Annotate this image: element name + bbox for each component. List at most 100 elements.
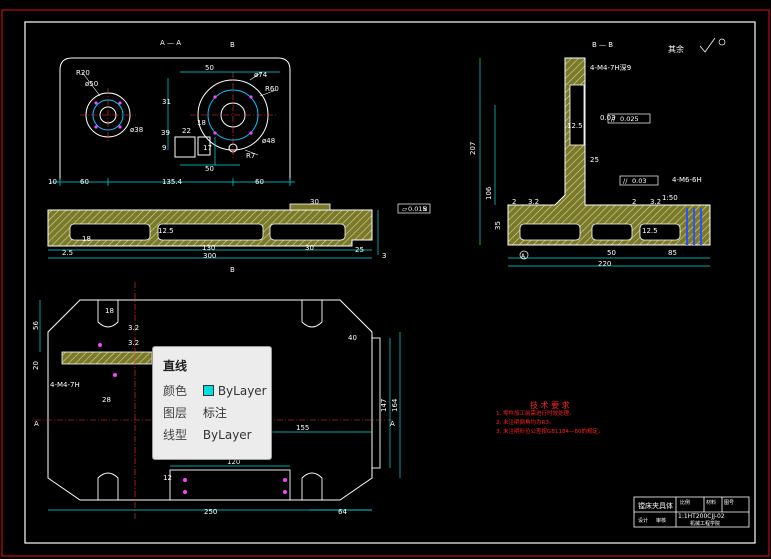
tooltip-linetype-label: 线型 — [163, 428, 188, 442]
dim-label: 39 — [161, 129, 170, 137]
dim-label: 31 — [162, 98, 171, 106]
dim-label: 130 — [202, 244, 215, 252]
dim-label: 50 — [205, 64, 214, 72]
tooltip-color-row: 颜色 ByLayer — [163, 383, 267, 399]
tb-designer: 设计 — [638, 517, 648, 524]
dim-label: 18 — [105, 307, 114, 315]
dim-label: 60 — [80, 178, 89, 186]
dim-label: 30 — [305, 244, 314, 252]
tooltip-color-value: ByLayer — [217, 384, 267, 398]
dim-label: 50 — [205, 165, 214, 173]
dim-label: 4-M4-7H深9 — [590, 63, 631, 72]
dim-label: 300 — [203, 252, 216, 260]
dim-label: 12.5 — [158, 227, 174, 235]
svg-text:其余: 其余 — [668, 44, 684, 54]
dim-label: 18 — [82, 235, 91, 243]
svg-text:3. 未注明形位公差按GB1184—80的规定。: 3. 未注明形位公差按GB1184—80的规定。 — [496, 427, 604, 435]
tooltip-layer-label: 图层 — [163, 406, 188, 420]
svg-text:2. 未注明倒角均为R3。: 2. 未注明倒角均为R3。 — [496, 418, 554, 426]
dim-label: 164 — [391, 398, 399, 412]
drawing-number: 1:1HT200CJJ-02 — [678, 513, 725, 520]
tb-qty: 图号 — [724, 500, 734, 506]
dim-label: ø50 — [85, 80, 98, 88]
side-section — [507, 57, 711, 246]
dim-label: 10 — [48, 178, 57, 186]
dim-label: 135.4 — [162, 178, 183, 186]
dim-label: 106 — [485, 186, 493, 200]
dim-label: 12 — [163, 474, 172, 482]
dim-label: R20 — [76, 69, 90, 77]
tooltip-layer-row: 图层 标注 — [163, 405, 227, 421]
dim-label: 2 — [632, 198, 636, 206]
dim-label: 35 — [494, 221, 502, 230]
dim-label: ø48 — [262, 137, 275, 145]
b-marker-bottom: B — [230, 266, 235, 274]
dim-label: 1:50 — [662, 194, 678, 202]
tooltip-title: 直线 — [163, 359, 188, 373]
dim-label: 220 — [598, 260, 611, 268]
dim-label: 3.2 — [128, 324, 139, 332]
tb-material: 材料 — [706, 499, 716, 506]
section-bb-label: B — B — [592, 41, 613, 49]
dim-label: 25 — [355, 246, 364, 254]
dim-label: 3 — [382, 252, 386, 260]
dim-label: R7 — [246, 152, 255, 160]
dim-label: 4-M4-7H — [50, 381, 80, 389]
tb-school: 机械工程学院 — [690, 520, 720, 527]
dim-label: 12.5 — [567, 122, 583, 130]
dim-label: 147 — [380, 399, 388, 412]
dim-label: 2 — [512, 198, 516, 206]
dim-label: 3.2 — [650, 198, 661, 206]
section-aa-label: A — A — [160, 39, 181, 47]
dim-label: 20 — [32, 361, 40, 370]
dim-label: 3.2 — [128, 339, 139, 347]
tooltip-linetype-row: 线型 ByLayer — [163, 427, 252, 443]
a-marker-left: A — [34, 420, 39, 428]
cad-drawing-canvas[interactable]: A — A B R20 50 ø50 ø74 R60 ø38 22 18 ø48… — [0, 0, 771, 559]
dim-label: ø74 — [254, 71, 268, 79]
svg-text:技 术 要 求: 技 术 要 求 — [530, 400, 570, 410]
dim-label: 64 — [338, 508, 347, 516]
tech-requirements: 技 术 要 求 1. 零件加工前需进行时效处理。 2. 未注明倒角均为R3。 3… — [496, 400, 604, 435]
roughness-symbol: 其余 — [668, 37, 726, 54]
tooltip-color-label: 颜色 — [163, 384, 188, 398]
tol-par-value: 0.025 — [620, 115, 639, 123]
dim-label: ø38 — [130, 126, 143, 134]
dim-label: 17 — [203, 144, 212, 152]
dim-label: 155 — [296, 424, 309, 432]
dim-label: 22 — [182, 127, 191, 135]
dim-label: 2.5 — [62, 249, 73, 257]
svg-text:▱: ▱ — [402, 205, 407, 213]
part-name: 镗床夹具体 — [638, 501, 673, 510]
dim-label: 30 — [310, 198, 319, 206]
dim-label: 50 — [607, 249, 616, 257]
dim-label: 12.5 — [642, 227, 658, 235]
dim-label: 25 — [590, 156, 599, 164]
dim-label: 18 — [197, 119, 206, 127]
tol-ref: B — [423, 205, 427, 213]
tooltip-linetype-value: ByLayer — [202, 428, 252, 442]
dim-label: 60 — [255, 178, 264, 186]
dim-label: R60 — [265, 85, 279, 93]
tb-checker: 审核 — [656, 517, 666, 524]
svg-text://: // — [623, 177, 628, 185]
dim-label: 3.2 — [528, 198, 539, 206]
dim-label: 40 — [348, 334, 357, 342]
property-tooltip: 直线 颜色 ByLayer 图层 标注 线型 ByLayer — [152, 346, 272, 460]
dim-label: 9 — [162, 144, 166, 152]
dim-label: 250 — [204, 508, 217, 516]
outer-frame — [1, 9, 770, 557]
dim-label: 56 — [32, 321, 40, 330]
tol-par2-value: 0.03 — [632, 177, 646, 185]
dim-label: 85 — [668, 249, 677, 257]
svg-text:1. 零件加工前需进行时效处理。: 1. 零件加工前需进行时效处理。 — [496, 409, 575, 417]
b-marker-top: B — [230, 41, 235, 49]
dim-label: 207 — [469, 142, 477, 155]
tb-scale: 比例 — [680, 499, 690, 506]
tooltip-layer-value: 标注 — [202, 406, 227, 420]
flatness-frame: ▱ 0.015 B — [397, 203, 431, 214]
dim-label: 28 — [102, 396, 111, 404]
a-marker-right: A — [390, 420, 395, 428]
color-swatch-icon — [202, 385, 214, 396]
dim-label: 4-M6-6H — [672, 176, 702, 184]
